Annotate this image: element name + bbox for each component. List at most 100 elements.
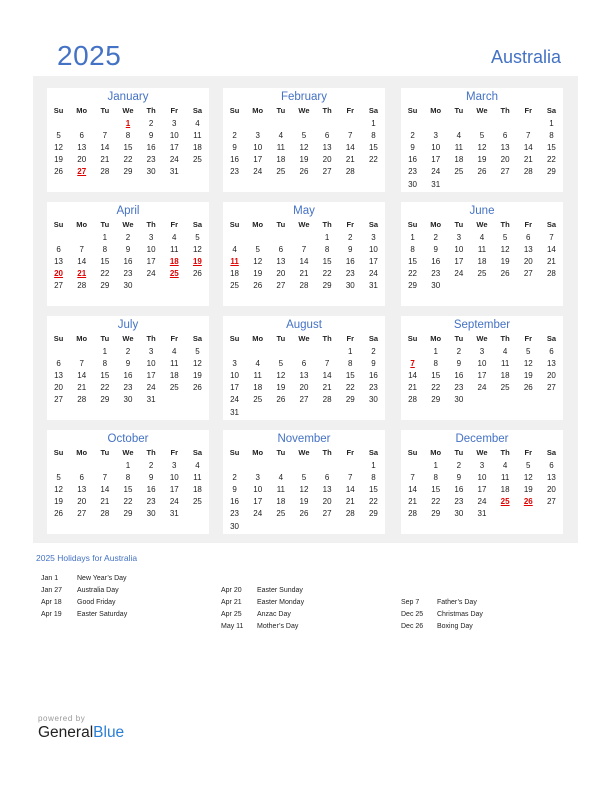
weekday-header: Su [53,448,64,457]
holiday-name: Easter Sunday [257,587,303,594]
day-cell: 24 [169,497,179,507]
weekday-header: Tu [454,106,464,115]
weekday-header: We [122,334,134,343]
empty-cell [269,231,292,243]
day-cell: 22 [322,269,332,279]
day-cell: 9 [433,244,438,254]
day-cell: 9 [125,358,131,368]
empty-cell [362,406,385,418]
month-name: February [280,91,328,103]
day-cell: 27 [77,509,87,519]
month-name: January [107,91,149,103]
day-cell: 20 [546,370,556,380]
holiday-date: Sep 7 [401,599,420,606]
day-cell: 16 [431,256,441,266]
day-cell: 14 [408,484,418,494]
day-cell: 1 [371,118,376,128]
day-cell: 30 [368,395,378,405]
empty-cell [186,280,209,292]
month-name: May [293,205,315,217]
day-cell: 4 [502,460,508,470]
weekday-header: Mo [430,334,442,343]
day-cell: 3 [172,460,177,470]
empty-cell [269,520,292,532]
day-cell: 2 [410,130,415,140]
day-cell: 20 [54,383,64,393]
day-cell: 13 [77,484,87,494]
weekday-header: Fr [346,334,355,343]
day-cell: 17 [146,370,156,380]
day-cell: 21 [299,269,309,279]
day-cell: 26 [192,269,202,279]
weekday-header: Mo [252,334,264,343]
day-cell: 3 [255,472,260,482]
empty-cell [47,345,70,357]
day-cell: 29 [368,509,378,519]
day-cell: 29 [100,395,110,405]
day-cell: 27 [54,281,64,291]
day-cell: 10 [230,370,240,380]
day-cell: 23 [146,155,156,165]
empty-cell [517,178,540,190]
brand-logo[interactable]: powered by GeneralBlue [38,714,124,742]
day-cell: 21 [546,256,556,266]
weekday-header: Sa [546,106,557,115]
day-cell: 19 [299,155,309,165]
weekday-header: We [298,448,310,457]
weekday-header: Fr [346,220,355,229]
day-cell: 2 [125,232,131,242]
day-cell: 26 [500,269,510,279]
day-cell: 6 [324,130,330,140]
weekday-header: We [476,334,488,343]
weekday-header: Sa [192,106,203,115]
day-cell: 10 [368,244,378,254]
day-cell: 12 [299,484,309,494]
day-cell: 1 [549,118,554,128]
month-table: Su Mo Tu We Th Fr Sa 1 2 3 4 5 6 7 8 9 10 11 12 13 14 15 16 17 1… [47,332,209,406]
day-cell: 11 [276,484,285,494]
day-cell: 15 [123,484,133,494]
day-cell: 9 [125,244,131,254]
day-cell: 24 [477,497,487,507]
day-cell: 8 [371,130,376,140]
day-cell: 7 [301,244,307,254]
day-cell: 6 [278,244,284,254]
empty-cell [47,117,70,129]
day-cell: 14 [100,142,110,152]
holiday-day-cell: 20 [54,269,64,279]
day-cell: 14 [345,484,355,494]
day-cell: 17 [253,497,263,507]
day-cell: 22 [546,155,556,165]
day-cell: 30 [146,509,156,519]
day-cell: 7 [324,358,330,368]
empty-cell [470,117,493,129]
day-cell: 1 [102,346,108,356]
month-card-august: August Su Mo Tu We Th Fr Sa 1 2 3 4 5 6 7 8 9 10 11 12 13 14 1… [223,316,385,420]
day-cell: 16 [123,256,133,266]
day-cell: 4 [502,346,508,356]
holiday-day-cell: 26 [523,497,533,507]
empty-cell [517,508,540,520]
holiday-item: May 11 Mother’s Day [221,621,304,633]
day-cell: 8 [433,472,438,482]
day-cell: 21 [77,383,87,393]
month-table: Su Mo Tu We Th Fr Sa 1 2 3 4 5 6 7 8 9 10 11 12 13 14 15 16 17 1… [401,218,563,292]
day-cell: 3 [172,118,177,128]
weekday-header: Sa [192,448,203,457]
day-cell: 5 [195,346,200,356]
day-cell: 13 [322,142,332,152]
day-cell: 28 [523,167,533,177]
weekday-header: Tu [100,106,110,115]
day-cell: 13 [299,370,309,380]
day-cell: 21 [100,155,110,165]
month-table: Su Mo Tu We Th Fr Sa 1 2 3 4 5 6 7 8 9 10 11 12 13 14 15 16 17 1… [47,104,209,178]
day-cell: 6 [549,460,554,470]
day-cell: 5 [526,346,531,356]
day-cell: 21 [345,155,355,165]
empty-cell [246,406,269,418]
day-cell: 8 [433,358,438,368]
day-cell: 3 [479,346,485,356]
day-cell: 9 [148,472,154,482]
day-cell: 23 [454,497,464,507]
day-cell: 15 [368,484,378,494]
